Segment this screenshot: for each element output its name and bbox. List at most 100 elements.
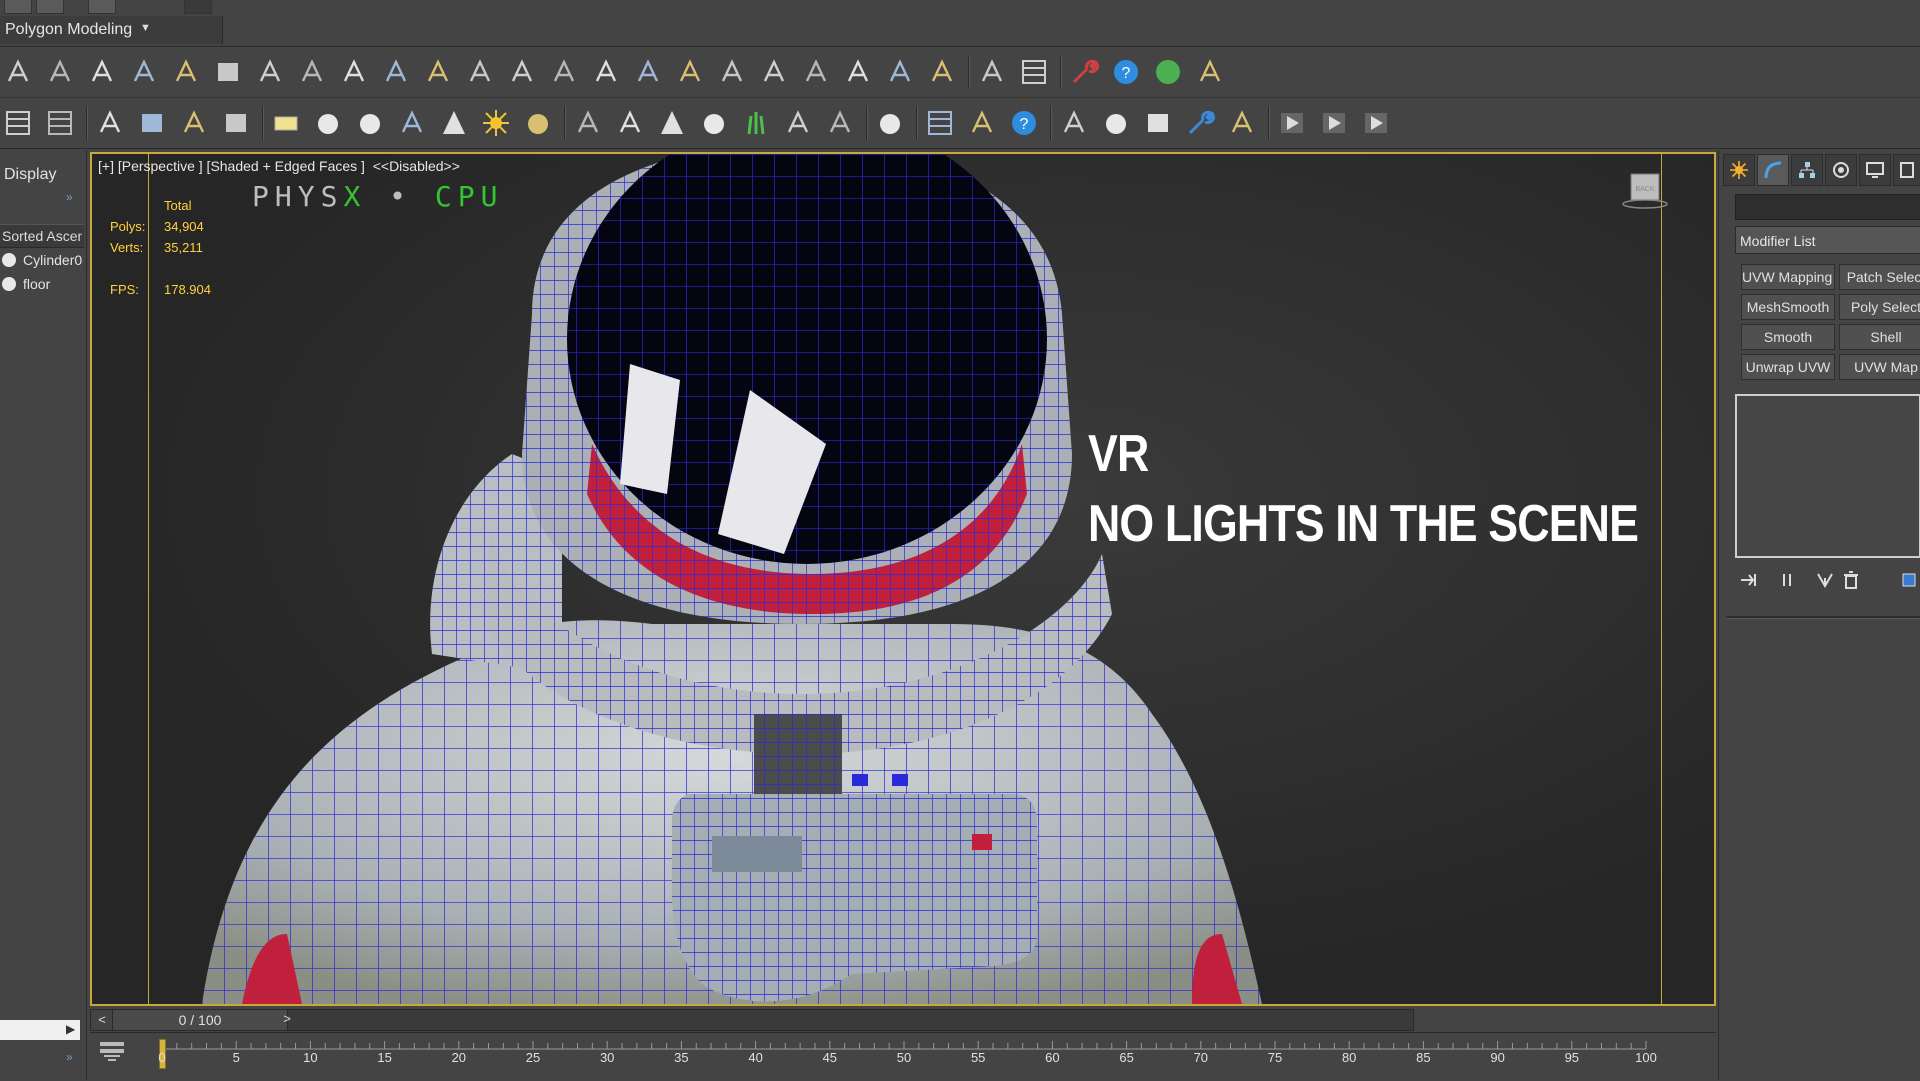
help-circle-icon[interactable]: ? bbox=[1006, 106, 1042, 140]
ribbon-tab-polygon-modeling[interactable]: Polygon Modeling ▼ bbox=[0, 16, 223, 44]
pyramid-icon[interactable] bbox=[654, 106, 690, 140]
modifier-list-dropdown[interactable]: Modifier List bbox=[1735, 226, 1920, 254]
tab-modify[interactable] bbox=[1757, 154, 1789, 186]
time-slider-prev-button[interactable]: < bbox=[90, 1009, 114, 1031]
tessellate-icon[interactable] bbox=[378, 55, 414, 89]
play-icon[interactable] bbox=[1316, 106, 1352, 140]
loop-icon[interactable] bbox=[462, 55, 498, 89]
make-unique-icon[interactable] bbox=[1813, 568, 1837, 592]
modifier-button-unwrap-uvw[interactable]: Unwrap UVW bbox=[1741, 354, 1835, 380]
hemisphere-icon[interactable] bbox=[310, 106, 346, 140]
capsule-icon[interactable] bbox=[612, 106, 648, 140]
mirror-icon[interactable] bbox=[168, 55, 204, 89]
quick-access-button[interactable] bbox=[88, 0, 116, 14]
camera-icon[interactable] bbox=[134, 106, 170, 140]
time-slider-next-button[interactable]: > bbox=[276, 1009, 298, 1029]
scene-list-item[interactable]: floor bbox=[0, 274, 84, 296]
pin-stack-icon[interactable] bbox=[1737, 568, 1761, 592]
gear-icon[interactable] bbox=[294, 55, 330, 89]
cloth-icon[interactable] bbox=[924, 55, 960, 89]
cut-icon[interactable] bbox=[42, 55, 78, 89]
modifier-button-meshsmooth[interactable]: MeshSmooth bbox=[1741, 294, 1835, 320]
grid-icon[interactable] bbox=[922, 106, 958, 140]
sort-column-header[interactable]: Sorted Ascen bbox=[0, 224, 84, 248]
show-end-result-icon[interactable] bbox=[1775, 568, 1799, 592]
pinch-icon[interactable] bbox=[588, 55, 624, 89]
grass-icon[interactable] bbox=[738, 106, 774, 140]
chamfer-icon[interactable] bbox=[126, 55, 162, 89]
flow-icon[interactable] bbox=[546, 55, 582, 89]
chat-icon[interactable] bbox=[1192, 55, 1228, 89]
tab-hierarchy[interactable] bbox=[1791, 154, 1823, 186]
time-slider-thumb[interactable]: 0 / 100 bbox=[112, 1009, 288, 1031]
paint-deform-icon[interactable] bbox=[672, 55, 708, 89]
ribbon-toggle-icon[interactable] bbox=[184, 0, 212, 14]
time-slider[interactable]: < 0 / 100 > bbox=[90, 1006, 1716, 1032]
quick-access-button[interactable] bbox=[36, 0, 64, 14]
sphere-icon[interactable] bbox=[352, 106, 388, 140]
play-small-icon[interactable]: ▶ bbox=[66, 1022, 75, 1036]
link-icon[interactable] bbox=[252, 55, 288, 89]
teapot-icon[interactable] bbox=[394, 106, 430, 140]
swift-loop-icon[interactable] bbox=[504, 55, 540, 89]
expand-icon[interactable]: » bbox=[66, 1050, 73, 1064]
convert-ep-icon[interactable] bbox=[336, 55, 372, 89]
visibility-bulb-icon[interactable] bbox=[2, 277, 16, 291]
quick-access-button[interactable] bbox=[4, 0, 32, 14]
modifier-button-poly-select[interactable]: Poly Select bbox=[1839, 294, 1920, 320]
hair-farm-icon[interactable] bbox=[780, 106, 816, 140]
plane-icon[interactable] bbox=[268, 106, 304, 140]
display-tab[interactable]: Display bbox=[0, 154, 86, 192]
layer-icon[interactable] bbox=[1016, 55, 1052, 89]
texture-icon[interactable] bbox=[822, 106, 858, 140]
modifier-button-uvw-mapping-add[interactable]: UVW Mapping Ad bbox=[1741, 264, 1835, 290]
modifier-stack[interactable] bbox=[1735, 394, 1920, 558]
tshirt-icon[interactable] bbox=[1140, 106, 1176, 140]
tab-motion[interactable] bbox=[1825, 154, 1857, 186]
select-object-icon[interactable] bbox=[974, 55, 1010, 89]
bulb-icon[interactable] bbox=[92, 106, 128, 140]
magic-icon[interactable] bbox=[1224, 106, 1260, 140]
export-icon[interactable] bbox=[964, 106, 1000, 140]
weld-icon[interactable] bbox=[630, 55, 666, 89]
visibility-bulb-icon[interactable] bbox=[2, 253, 16, 267]
tab-utilities[interactable] bbox=[1893, 154, 1920, 186]
relax-icon[interactable] bbox=[84, 55, 120, 89]
wrench-blue-icon[interactable] bbox=[1182, 106, 1218, 140]
render-icon[interactable] bbox=[176, 106, 212, 140]
perspective-viewport[interactable]: [+] [Perspective ] [Shaded + Edged Faces… bbox=[90, 152, 1716, 1006]
brush-icon[interactable] bbox=[798, 55, 834, 89]
geosphere-icon[interactable] bbox=[696, 106, 732, 140]
modifier-button-patch-select[interactable]: Patch Select bbox=[1839, 264, 1920, 290]
tab-create[interactable] bbox=[1723, 154, 1755, 186]
film-icon[interactable] bbox=[218, 106, 254, 140]
remove-modifier-icon[interactable] bbox=[1839, 568, 1863, 592]
list-icon[interactable] bbox=[0, 106, 36, 140]
tab-display[interactable] bbox=[1859, 154, 1891, 186]
sun-icon[interactable] bbox=[478, 106, 514, 140]
modifier-button-uvw-map[interactable]: UVW Map bbox=[1839, 354, 1920, 380]
hair-icon[interactable] bbox=[840, 55, 876, 89]
modifier-button-shell[interactable]: Shell bbox=[1839, 324, 1920, 350]
prev-frame-icon[interactable] bbox=[1274, 106, 1310, 140]
time-slider-track[interactable] bbox=[112, 1009, 1414, 1031]
scene-list-item[interactable]: Cylinder0 bbox=[0, 250, 84, 272]
track-bar[interactable]: 0 5 10 15 20 25 30 35 40 45 50 55 60 65 70 75 80 85 90 95 10… bbox=[90, 1032, 1716, 1081]
pebble-icon[interactable] bbox=[1098, 106, 1134, 140]
viewcube-icon[interactable]: BACK bbox=[1622, 172, 1668, 212]
shift-icon[interactable] bbox=[714, 55, 750, 89]
material-icon[interactable] bbox=[1056, 106, 1092, 140]
symmetry-icon[interactable] bbox=[0, 55, 36, 89]
object-name-field[interactable] bbox=[1735, 194, 1920, 220]
configure-sets-icon[interactable] bbox=[1897, 568, 1920, 592]
smudge-icon[interactable] bbox=[756, 55, 792, 89]
noise-icon[interactable] bbox=[570, 106, 606, 140]
help-icon[interactable]: ? bbox=[1108, 55, 1144, 89]
modifier-button-smooth[interactable]: Smooth bbox=[1741, 324, 1835, 350]
bridge-icon[interactable] bbox=[420, 55, 456, 89]
next-frame-icon[interactable] bbox=[1358, 106, 1394, 140]
chevron-down-icon[interactable]: ▼ bbox=[140, 22, 151, 34]
table-icon[interactable] bbox=[42, 106, 78, 140]
globe-icon[interactable] bbox=[1150, 55, 1186, 89]
box-icon[interactable] bbox=[210, 55, 246, 89]
